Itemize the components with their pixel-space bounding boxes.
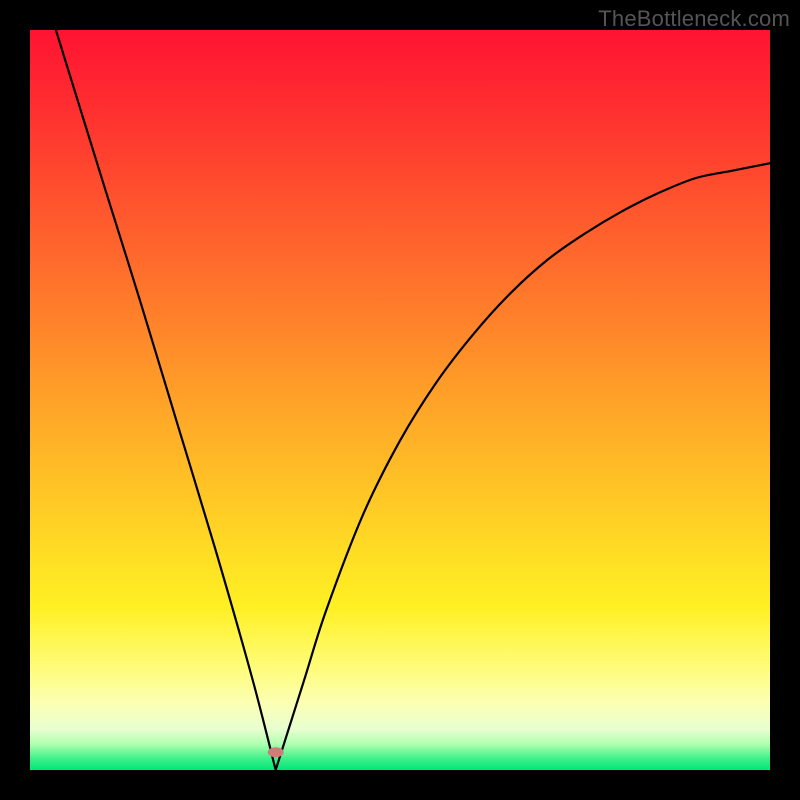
plot-area <box>30 30 770 770</box>
optimal-marker <box>268 747 284 757</box>
chart-frame: TheBottleneck.com <box>0 0 800 800</box>
watermark-label: TheBottleneck.com <box>598 6 790 32</box>
bottleneck-curve <box>30 30 770 770</box>
